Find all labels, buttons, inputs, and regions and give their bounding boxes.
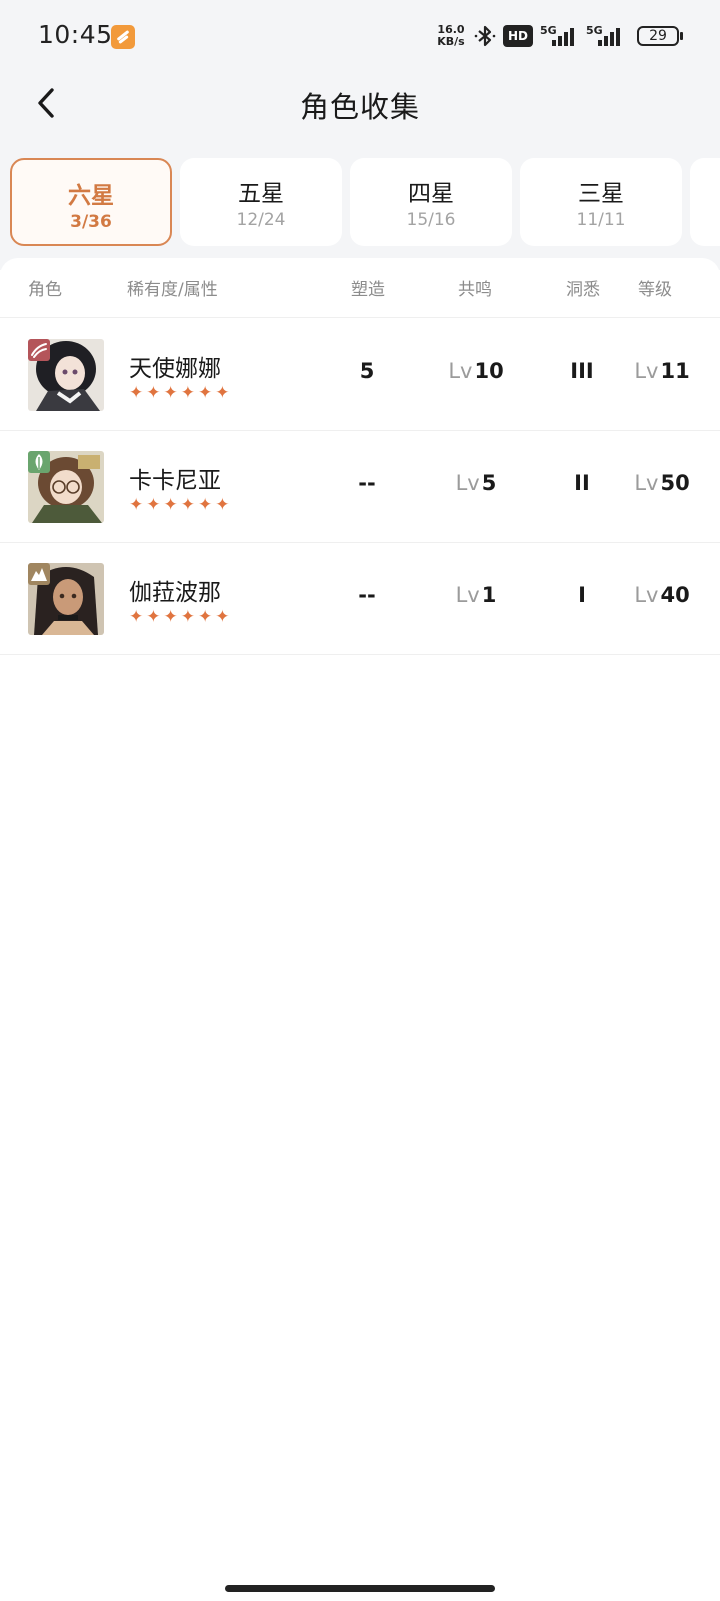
lv-prefix: Lv xyxy=(455,583,480,607)
home-indicator[interactable] xyxy=(225,1585,495,1592)
star-rating: ✦✦✦✦✦✦ xyxy=(129,607,233,627)
insight-value: II xyxy=(574,471,590,495)
tab-count: 11/11 xyxy=(576,210,626,230)
lv-prefix: Lv xyxy=(634,471,659,495)
battery-icon: 29 xyxy=(637,26,683,46)
tab-four-star[interactable]: 四星 15/16 xyxy=(350,158,512,246)
tab-more[interactable] xyxy=(690,158,720,246)
tab-label: 四星 xyxy=(408,181,454,207)
network-speed-unit: KB/s xyxy=(437,35,465,48)
signal-icon: 5G xyxy=(540,24,576,48)
col-header-level: 等级 xyxy=(638,280,672,300)
lv-prefix: Lv xyxy=(455,471,480,495)
col-header-shaping: 塑造 xyxy=(351,280,385,300)
character-level: 11 xyxy=(660,359,690,383)
tab-label: 六星 xyxy=(68,183,114,209)
resonance-value: Lv10 xyxy=(430,359,522,383)
tab-label: 三星 xyxy=(578,181,624,207)
col-header-character: 角色 xyxy=(28,280,62,300)
col-header-resonance: 共鸣 xyxy=(458,280,492,300)
resonance-level: 10 xyxy=(474,359,504,383)
level-value: Lv11 xyxy=(622,359,702,383)
status-bar: 10:45 16.0 KB/s HD 5G 5G 29 xyxy=(0,0,720,72)
level-value: Lv50 xyxy=(622,471,702,495)
insight-value: III xyxy=(570,359,594,383)
tab-six-star[interactable]: 六星 3/36 xyxy=(10,158,172,246)
bluetooth-icon xyxy=(474,25,496,47)
character-name: 伽菈波那 xyxy=(129,580,221,606)
network-speed: 16.0 KB/s xyxy=(434,24,468,48)
page-title: 角色收集 xyxy=(299,90,420,124)
character-table: 角色 稀有度/属性 塑造 共鸣 洞悉 等级 天使娜娜 ✦✦✦✦✦✦ 5 Lv10… xyxy=(0,258,720,1601)
star-rating: ✦✦✦✦✦✦ xyxy=(129,495,233,515)
signal-icon-2: 5G xyxy=(586,24,626,48)
tab-count: 15/16 xyxy=(406,210,456,230)
resonance-level: 5 xyxy=(481,471,497,495)
resonance-level: 1 xyxy=(481,583,497,607)
tab-count: 3/36 xyxy=(70,212,112,232)
app-notification-icon xyxy=(111,25,135,49)
status-time: 10:45 xyxy=(38,20,113,49)
leaf-element-icon xyxy=(28,451,50,473)
table-row[interactable]: 卡卡尼亚 ✦✦✦✦✦✦ -- Lv5 II Lv50 xyxy=(0,431,720,543)
rarity-tabs: 六星 3/36 五星 12/24 四星 15/16 三星 11/11 xyxy=(10,158,720,248)
level-value: Lv40 xyxy=(622,583,702,607)
table-header: 角色 稀有度/属性 塑造 共鸣 洞悉 等级 xyxy=(0,258,720,318)
table-row[interactable]: 天使娜娜 ✦✦✦✦✦✦ 5 Lv10 III Lv11 xyxy=(0,319,720,431)
wave-element-icon xyxy=(28,339,50,361)
insight-value: I xyxy=(578,583,586,607)
tab-three-star[interactable]: 三星 11/11 xyxy=(520,158,682,246)
tab-five-star[interactable]: 五星 12/24 xyxy=(180,158,342,246)
lv-prefix: Lv xyxy=(634,583,659,607)
shaping-value: -- xyxy=(358,471,376,495)
hd-voice-icon: HD xyxy=(503,25,533,47)
header: 角色收集 xyxy=(0,72,720,152)
character-name: 天使娜娜 xyxy=(129,356,221,382)
character-level: 40 xyxy=(660,583,690,607)
lv-prefix: Lv xyxy=(448,359,473,383)
lv-prefix: Lv xyxy=(634,359,659,383)
character-level: 50 xyxy=(660,471,690,495)
shaping-value: -- xyxy=(358,583,376,607)
tab-count: 12/24 xyxy=(236,210,286,230)
rock-element-icon xyxy=(28,563,50,585)
table-row[interactable]: 伽菈波那 ✦✦✦✦✦✦ -- Lv1 I Lv40 xyxy=(0,543,720,655)
shaping-value: 5 xyxy=(359,359,375,383)
tab-label: 五星 xyxy=(238,181,284,207)
character-name: 卡卡尼亚 xyxy=(129,468,221,494)
star-rating: ✦✦✦✦✦✦ xyxy=(129,383,233,403)
col-header-rarity: 稀有度/属性 xyxy=(127,280,218,300)
col-header-insight: 洞悉 xyxy=(566,280,600,300)
resonance-value: Lv5 xyxy=(430,471,522,495)
resonance-value: Lv1 xyxy=(430,583,522,607)
